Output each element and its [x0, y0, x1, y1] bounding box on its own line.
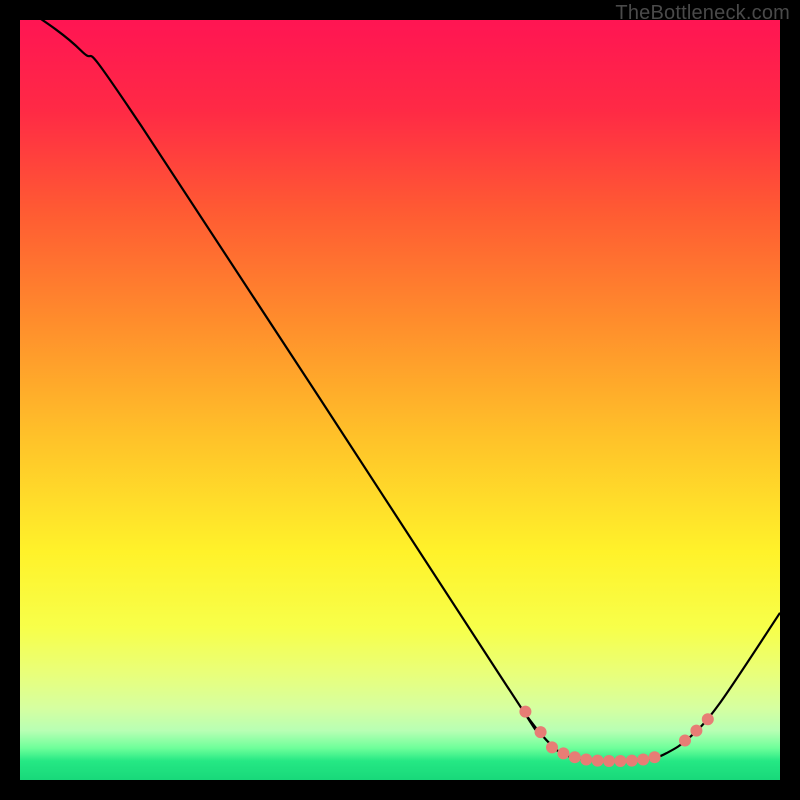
- data-dot: [519, 706, 531, 718]
- data-dot: [614, 755, 626, 767]
- data-dot: [649, 751, 661, 763]
- data-dot: [690, 725, 702, 737]
- chart-frame: TheBottleneck.com: [0, 0, 800, 800]
- data-dot: [679, 734, 691, 746]
- data-dot: [702, 713, 714, 725]
- data-dot: [637, 753, 649, 765]
- data-dot: [546, 741, 558, 753]
- data-dot: [603, 755, 615, 767]
- data-dot: [535, 726, 547, 738]
- gradient-background: [20, 20, 780, 780]
- data-dot: [557, 747, 569, 759]
- data-dot: [569, 751, 581, 763]
- data-dot: [626, 755, 638, 767]
- data-dot: [592, 755, 604, 767]
- bottleneck-chart: [20, 20, 780, 780]
- data-dot: [580, 753, 592, 765]
